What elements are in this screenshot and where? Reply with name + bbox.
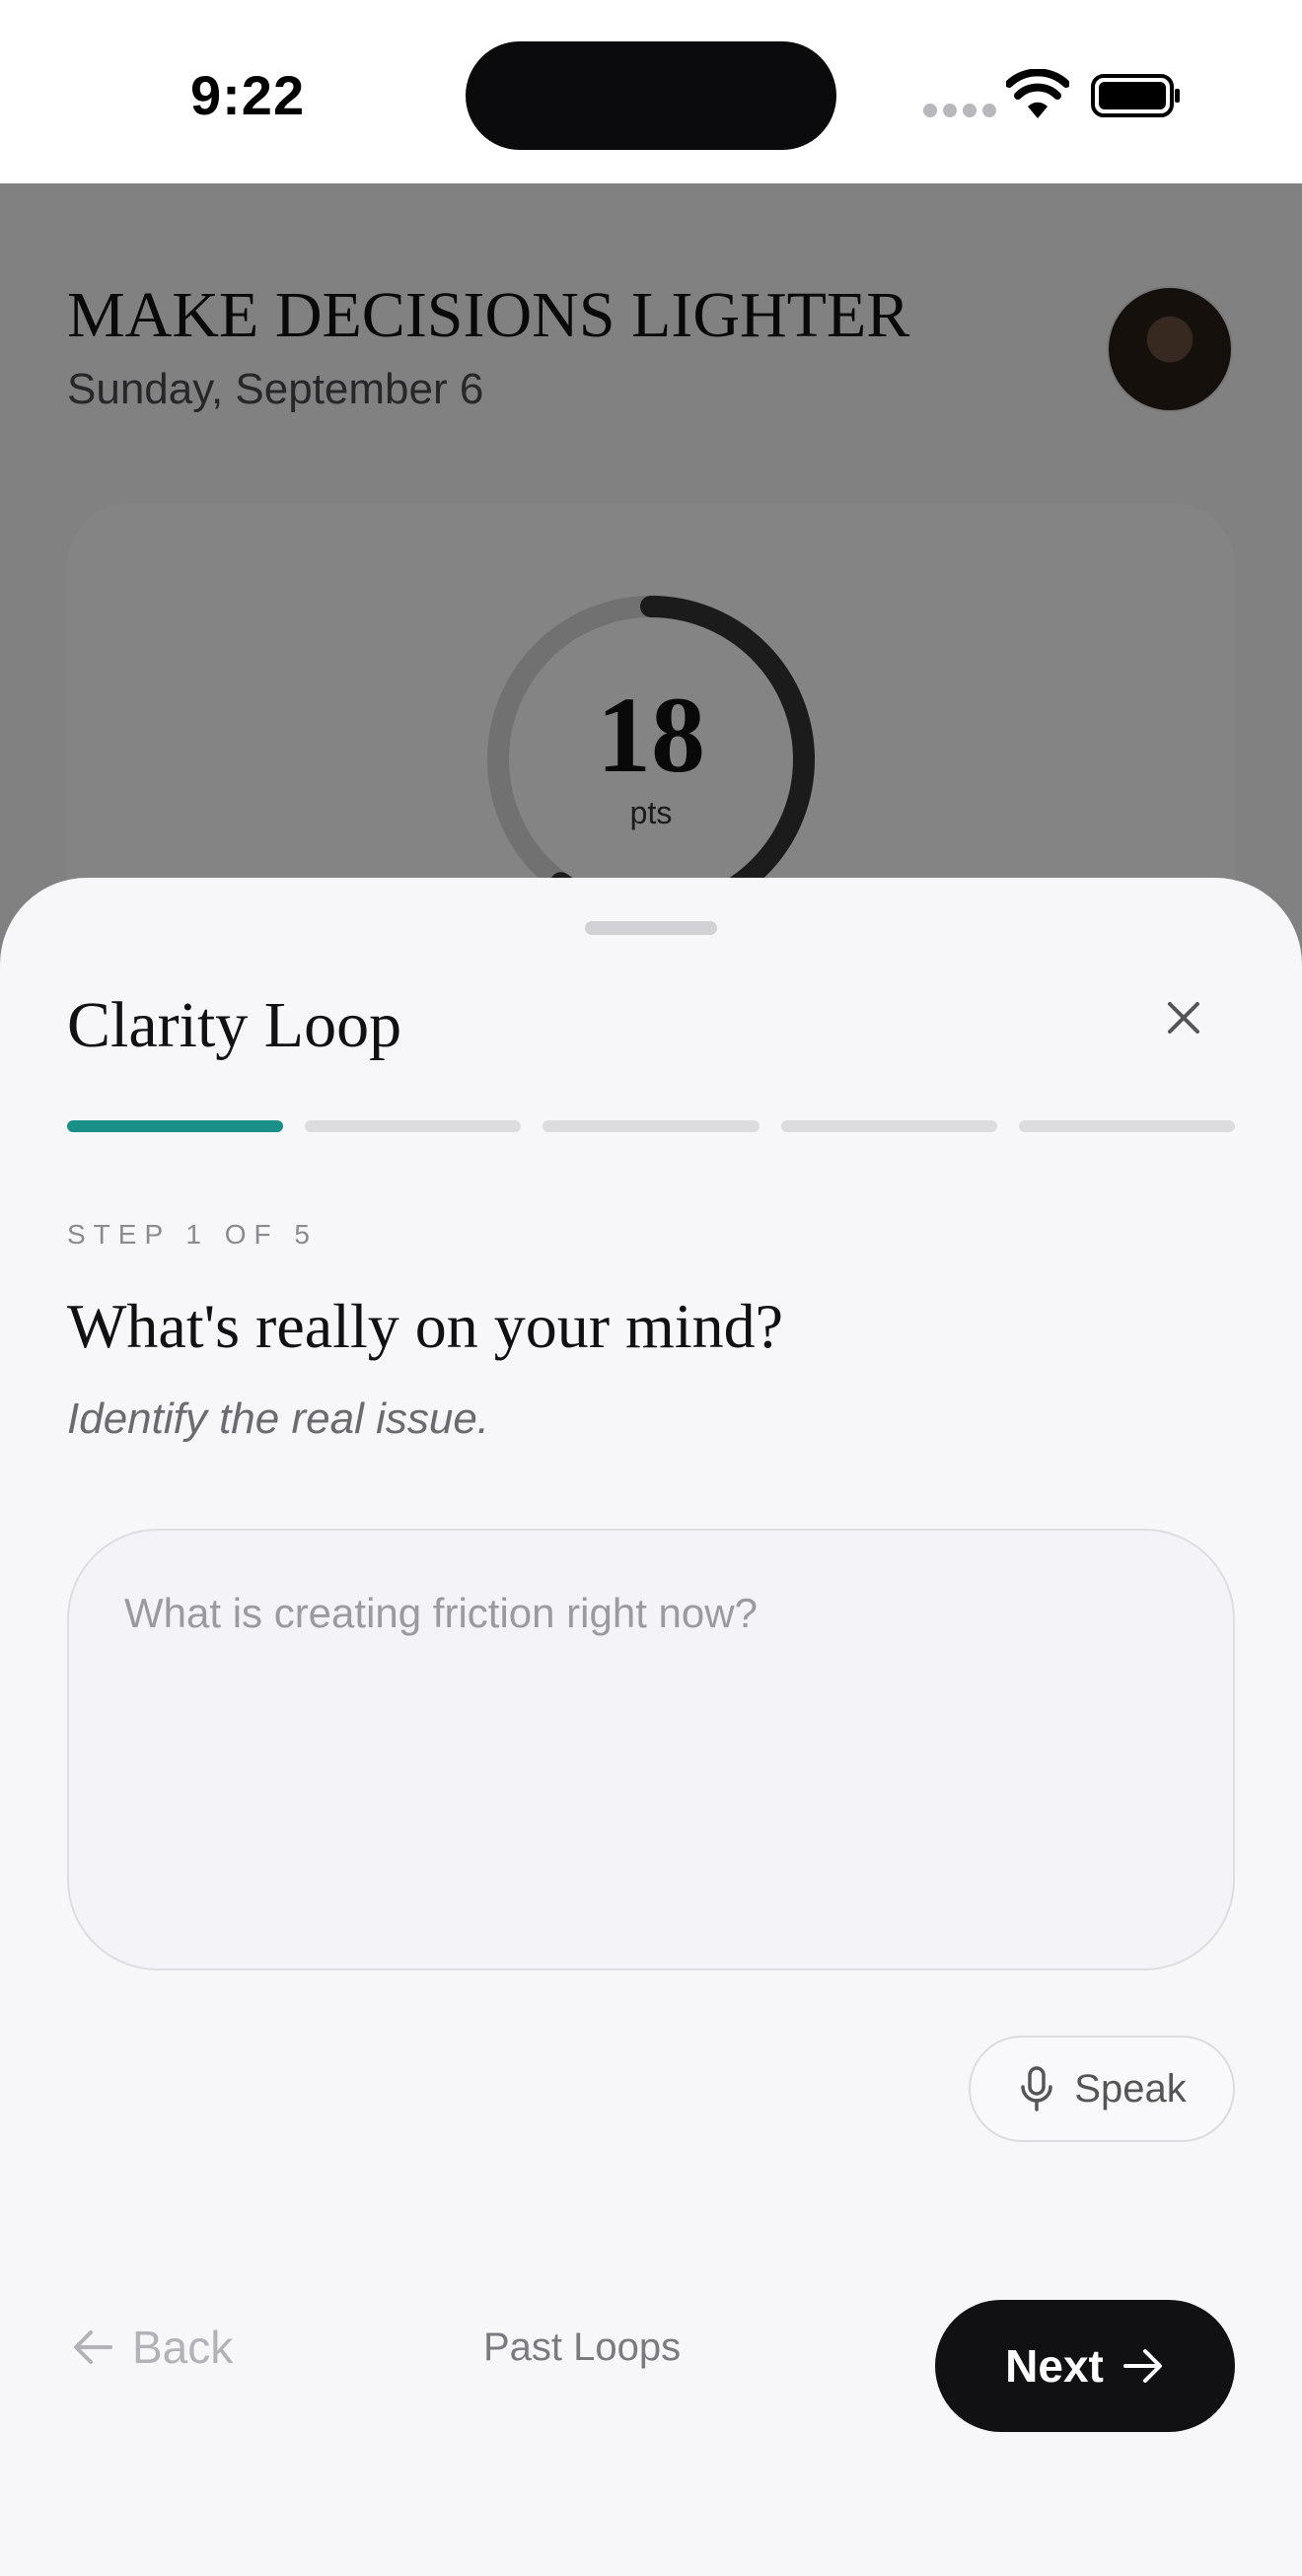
step-hint: Identify the real issue. bbox=[67, 1395, 490, 1443]
cellular-signal-icon bbox=[923, 104, 996, 117]
speak-label: Speak bbox=[1074, 2066, 1187, 2111]
step-label: STEP 1 OF 5 bbox=[67, 1219, 318, 1250]
next-label: Next bbox=[1005, 2340, 1104, 2392]
progress-segment-4 bbox=[780, 1120, 997, 1132]
clarity-loop-sheet: Clarity Loop STEP 1 OF 5 What's really o… bbox=[0, 878, 1302, 2576]
status-time: 9:22 bbox=[190, 64, 306, 126]
progress-segment-3 bbox=[542, 1120, 760, 1132]
step-progress bbox=[67, 1120, 1236, 1132]
back-button[interactable]: Back bbox=[71, 2308, 233, 2387]
sheet-title: Clarity Loop bbox=[67, 989, 402, 1061]
progress-segment-1 bbox=[67, 1120, 284, 1132]
speak-button[interactable]: Speak bbox=[969, 2036, 1235, 2142]
answer-input[interactable] bbox=[67, 1529, 1235, 1970]
battery-icon bbox=[1091, 74, 1180, 117]
past-loops-link[interactable]: Past Loops bbox=[483, 2308, 681, 2387]
arrow-right-icon bbox=[1122, 2349, 1162, 2383]
progress-segment-5 bbox=[1018, 1120, 1236, 1132]
sheet-grabber[interactable] bbox=[585, 921, 717, 935]
progress-segment-2 bbox=[305, 1120, 522, 1132]
back-label: Back bbox=[132, 2322, 234, 2373]
dynamic-island bbox=[466, 41, 836, 150]
microphone-icon bbox=[1021, 2066, 1053, 2111]
wifi-icon bbox=[1006, 69, 1069, 118]
next-button[interactable]: Next bbox=[935, 2300, 1235, 2432]
close-icon[interactable] bbox=[1154, 988, 1213, 1047]
status-bar: 9:22 bbox=[0, 0, 1302, 183]
step-question: What's really on your mind? bbox=[67, 1291, 783, 1361]
arrow-left-icon bbox=[74, 2330, 112, 2364]
